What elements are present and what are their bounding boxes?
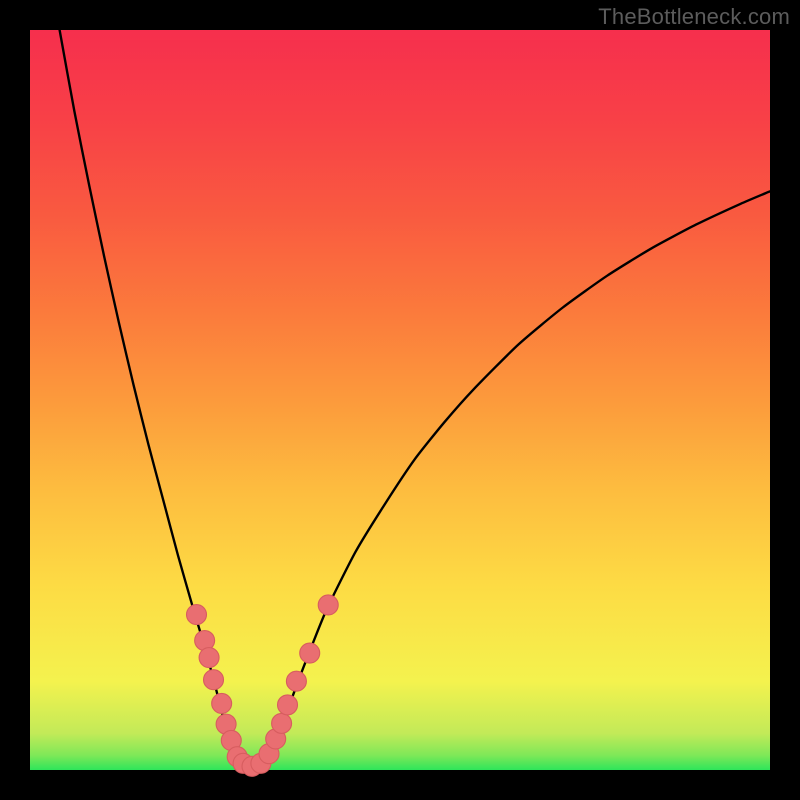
watermark-text: TheBottleneck.com (598, 4, 790, 30)
plot-area (30, 30, 770, 770)
data-point (300, 643, 320, 663)
data-point (187, 605, 207, 625)
data-point (318, 595, 338, 615)
data-point (278, 695, 298, 715)
chart-frame: TheBottleneck.com (0, 0, 800, 800)
data-point (272, 713, 292, 733)
data-point (199, 648, 219, 668)
chart-svg (30, 30, 770, 770)
data-point (204, 670, 224, 690)
data-point (212, 693, 232, 713)
data-point (286, 671, 306, 691)
bottleneck-curve (60, 30, 770, 766)
data-points-group (187, 595, 339, 776)
